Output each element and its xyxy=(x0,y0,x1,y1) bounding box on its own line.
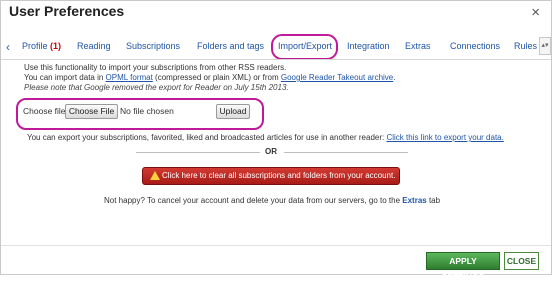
tab-subscriptions[interactable]: Subscriptions xyxy=(126,41,180,51)
export-data-link[interactable]: Click this link to export your data. xyxy=(386,133,503,142)
tabs-divider xyxy=(1,59,551,60)
delete-account-prefix: Not happy? To cancel your account and de… xyxy=(104,196,403,205)
delete-account-suffix: tab xyxy=(426,196,441,205)
import-intro: Use this functionality to import your su… xyxy=(24,63,287,72)
tab-folders-and-tags[interactable]: Folders and tags xyxy=(197,41,264,51)
tab-bar: ‹ Profile (1) Reading Subscriptions Fold… xyxy=(1,34,551,60)
upload-button[interactable]: Upload xyxy=(216,104,250,119)
close-icon[interactable]: × xyxy=(531,4,540,21)
or-divider-left xyxy=(136,152,260,153)
tab-rules[interactable]: Rules xyxy=(514,41,537,51)
tab-profile[interactable]: Profile (1) xyxy=(22,41,61,51)
import-formats-middle: (compressed or plain XML) or from xyxy=(152,73,281,82)
delete-account-line: Not happy? To cancel your account and de… xyxy=(104,196,440,205)
import-formats-line: You can import data in OPML format (comp… xyxy=(24,73,395,82)
clear-subscriptions-label: Click here to clear all subscriptions an… xyxy=(162,171,396,180)
tab-prev-arrow-icon[interactable]: ‹ xyxy=(6,40,10,54)
apply-settings-button[interactable]: APPLY SETTINGS xyxy=(426,252,500,282)
google-export-note: Please note that Google removed the expo… xyxy=(24,83,289,92)
tab-import-export[interactable]: Import/Export xyxy=(278,41,332,51)
close-button[interactable]: CLOSE xyxy=(504,252,539,270)
opml-format-link[interactable]: OPML format xyxy=(106,73,153,82)
export-line: You can export your subscriptions, favor… xyxy=(27,133,504,142)
tab-reading[interactable]: Reading xyxy=(77,41,111,51)
preferences-dialog: User Preferences × ‹ Profile (1) Reading… xyxy=(0,0,552,282)
export-text: You can export your subscriptions, favor… xyxy=(27,133,387,142)
tab-extras[interactable]: Extras xyxy=(405,41,431,51)
notification-count-badge: (1) xyxy=(50,41,62,51)
choose-file-button[interactable]: Choose File xyxy=(65,104,118,119)
tab-label: Profile xyxy=(22,41,48,51)
extras-tab-link[interactable]: Extras xyxy=(402,196,426,205)
import-formats-suffix: . xyxy=(393,73,396,82)
or-divider-right xyxy=(284,152,408,153)
no-file-chosen-text: No file chosen xyxy=(120,106,174,116)
footer-divider xyxy=(1,245,551,246)
import-formats-prefix: You can import data in xyxy=(24,73,106,82)
tab-scroll-icon[interactable]: ▴▾ xyxy=(539,37,551,55)
warning-icon xyxy=(150,171,160,180)
dialog-title: User Preferences xyxy=(9,3,125,19)
clear-subscriptions-button[interactable]: Click here to clear all subscriptions an… xyxy=(142,167,400,185)
tab-integration[interactable]: Integration xyxy=(347,41,390,51)
takeout-archive-link[interactable]: Google Reader Takeout archive xyxy=(281,73,393,82)
dialog-header: User Preferences × xyxy=(1,1,551,28)
tab-connections[interactable]: Connections xyxy=(450,41,500,51)
or-label: OR xyxy=(265,147,277,156)
choose-file-label: Choose file xyxy=(23,106,66,116)
